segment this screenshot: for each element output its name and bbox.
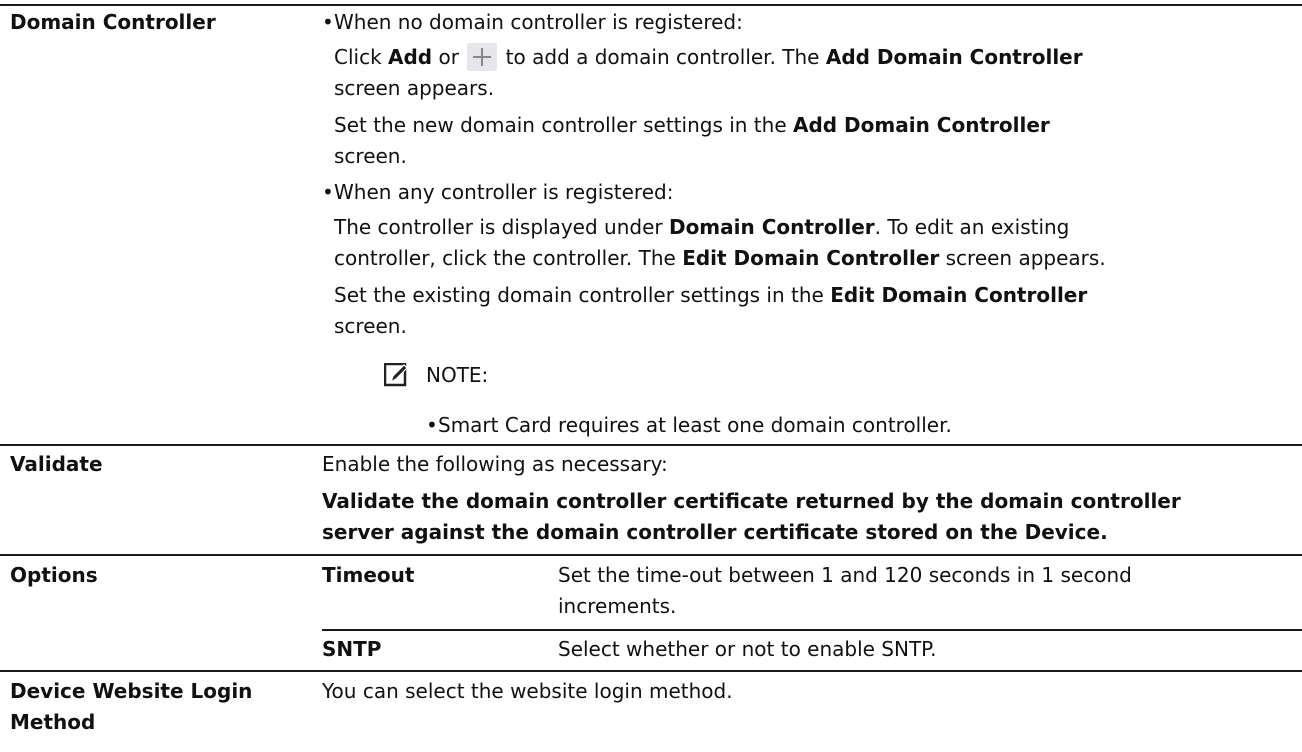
bullet-no-controller: When no domain controller is registered: <box>322 7 743 38</box>
paragraph-set-new-settings-cont: screen. <box>334 144 407 168</box>
note-block: NOTE: <box>384 360 684 394</box>
validate-label: Validate <box>10 452 103 476</box>
login-method-label: Device Website Login <box>10 679 253 703</box>
sntp-label: SNTP <box>322 637 382 661</box>
paragraph-set-existing-settings-cont: screen. <box>334 314 407 338</box>
validate-option-line2: server against the domain controller cer… <box>322 520 1108 544</box>
timeout-description: Set the time-out between 1 and 120 secon… <box>558 563 1132 587</box>
note-title: NOTE: <box>426 363 489 387</box>
timeout-label: Timeout <box>322 563 415 587</box>
paragraph-add-controller-cont: screen appears. <box>334 76 495 100</box>
sub-row-rule <box>322 629 1302 631</box>
note-item: Smart Card requires at least one domain … <box>426 410 952 441</box>
bullet-controller-registered: When any controller is registered: <box>322 177 673 208</box>
plus-icon <box>467 43 498 71</box>
add-term: Add <box>388 45 433 69</box>
login-method-label-cont: Method <box>10 710 96 734</box>
table-top-rule <box>0 4 1302 6</box>
row-rule <box>0 670 1302 672</box>
row-rule <box>0 444 1302 446</box>
pencil-note-icon <box>384 363 408 387</box>
validate-option-line1: Validate the domain controller certifica… <box>322 489 1181 513</box>
paragraph-add-controller: Click Add or to add a domain controller.… <box>334 43 1083 71</box>
domain-controller-label: Domain Controller <box>10 10 216 34</box>
paragraph-controller-displayed: The controller is displayed under Domain… <box>334 215 1070 239</box>
login-method-description: You can select the website login method. <box>322 679 733 703</box>
paragraph-controller-displayed-cont: controller, click the controller. The Ed… <box>334 246 1106 270</box>
sntp-description: Select whether or not to enable SNTP. <box>558 637 937 661</box>
timeout-description-cont: increments. <box>558 594 677 618</box>
row-rule <box>0 554 1302 556</box>
options-label: Options <box>10 563 98 587</box>
paragraph-set-new-settings: Set the new domain controller settings i… <box>334 113 1050 137</box>
paragraph-set-existing-settings: Set the existing domain controller setti… <box>334 283 1088 307</box>
validate-intro: Enable the following as necessary: <box>322 452 668 476</box>
